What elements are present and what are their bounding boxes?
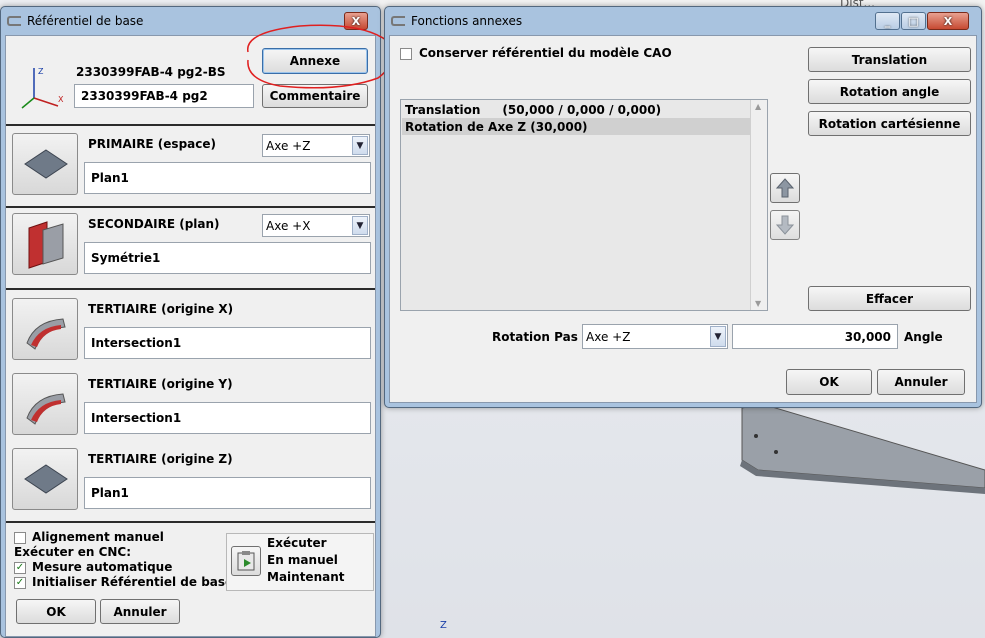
symmetry-plane-icon (28, 221, 64, 269)
tertiaire-y-label: TERTIAIRE (origine Y) (88, 377, 233, 391)
conserver-label: Conserver référentiel du modèle CAO (419, 46, 672, 60)
maximize-button[interactable]: □ (901, 12, 926, 30)
list-item-value: (50,000 / 0,000 / 0,000) (502, 102, 662, 117)
scroll-down-icon[interactable]: ▼ (755, 299, 761, 308)
init-referentiel-label: Initialiser Référentiel de base (32, 575, 234, 589)
app-icon (391, 16, 405, 26)
move-up-button[interactable] (770, 173, 800, 203)
part-name-field[interactable]: 2330399FAB-4 pg2 (74, 84, 254, 108)
move-down-button[interactable] (770, 210, 800, 240)
section-separator (6, 206, 375, 208)
execute-manual-button[interactable] (231, 546, 261, 576)
execute-line3: Maintenant (267, 570, 345, 584)
conserver-checkbox[interactable] (400, 48, 412, 60)
rotation-angle-button[interactable]: Rotation angle (808, 79, 971, 104)
maximize-icon: □ (908, 14, 919, 28)
minimize-icon: _ (884, 14, 891, 28)
part-name: 2330399FAB-4 pg2-BS (76, 65, 226, 79)
execute-line2: En manuel (267, 553, 338, 567)
scroll-up-icon[interactable]: ▲ (755, 102, 761, 111)
mesure-automatique-checkbox[interactable]: ✓ (14, 562, 26, 574)
init-referentiel-checkbox[interactable]: ✓ (14, 577, 26, 589)
fonctions-annexes-window: Fonctions annexes _ □ X Conserver référe… (384, 6, 982, 408)
rotation-pas-label: Rotation Pas (492, 330, 578, 344)
rotation-cartesienne-button[interactable]: Rotation cartésienne (808, 111, 971, 136)
referentiel-title: Référentiel de base (27, 14, 144, 28)
section-separator (6, 124, 375, 126)
commentaire-button[interactable]: Commentaire (262, 84, 368, 108)
close-button[interactable]: X (927, 12, 969, 30)
executer-cnc-label: Exécuter en CNC: (14, 545, 132, 559)
tertiaire-z-icon-button[interactable] (12, 448, 78, 510)
operations-list[interactable]: Translation (50,000 / 0,000 / 0,000) Rot… (400, 99, 768, 311)
chevron-down-icon: ▼ (710, 326, 726, 347)
list-scrollbar[interactable]: ▲ ▼ (750, 100, 767, 310)
alignement-manuel-label: Alignement manuel (32, 530, 164, 544)
secondaire-axis-value: Axe +X (266, 218, 311, 233)
part-model-hole (754, 434, 758, 438)
effacer-button[interactable]: Effacer (808, 286, 971, 311)
secondaire-axis-select[interactable]: Axe +X ▼ (262, 214, 370, 237)
tertiaire-z-feature-field[interactable]: Plan1 (84, 477, 371, 509)
plane-icon (24, 464, 68, 494)
section-separator (6, 288, 375, 290)
axis-triad-z: Z (38, 67, 44, 76)
clipboard-play-icon (237, 551, 255, 571)
list-item-selected[interactable]: Rotation de Axe Z (30,000) (402, 118, 750, 135)
tertiaire-y-feature-field[interactable]: Intersection1 (84, 402, 371, 434)
chevron-down-icon: ▼ (352, 216, 368, 235)
annexe-button[interactable]: Annexe (262, 48, 368, 74)
secondaire-icon-button[interactable] (12, 213, 78, 275)
primaire-feature-field[interactable]: Plan1 (84, 162, 371, 194)
axis-triad-x: X (58, 95, 64, 104)
axis-triad-icon: Z X (21, 67, 64, 109)
tertiaire-y-icon-button[interactable] (12, 373, 78, 435)
list-item-label: Rotation de Axe Z (30,000) (405, 119, 588, 134)
tertiaire-x-icon-button[interactable] (12, 298, 78, 360)
primaire-axis-select[interactable]: Axe +Z ▼ (262, 134, 370, 157)
fonctions-annexes-title: Fonctions annexes (411, 14, 523, 28)
intersection-icon (26, 393, 66, 425)
primaire-axis-value: Axe +Z (266, 138, 311, 153)
primaire-label: PRIMAIRE (espace) (88, 137, 216, 151)
mesure-automatique-label: Mesure automatique (32, 560, 173, 574)
referentiel-titlebar[interactable]: Référentiel de base (1, 7, 380, 35)
axis-z-label: Z (440, 620, 447, 631)
arrow-up-icon (776, 178, 794, 198)
tertiaire-x-label: TERTIAIRE (origine X) (88, 302, 234, 316)
secondaire-label: SECONDAIRE (plan) (88, 217, 220, 231)
arrow-down-icon (776, 215, 794, 235)
intersection-icon (26, 318, 66, 350)
left-ok-button[interactable]: OK (16, 599, 96, 624)
rotation-pas-select[interactable]: Axe +Z ▼ (582, 324, 728, 349)
fonctions-annexes-body: Conserver référentiel du modèle CAO Tran… (389, 35, 977, 403)
section-separator (6, 521, 375, 523)
part-model-hole (774, 450, 778, 454)
referentiel-window: Référentiel de base X Z X 2330399FAB-4 p… (0, 6, 381, 638)
minimize-button[interactable]: _ (875, 12, 900, 30)
list-item-label: Translation (405, 102, 481, 117)
close-button[interactable]: X (344, 12, 368, 30)
tertiaire-z-label: TERTIAIRE (origine Z) (88, 452, 233, 466)
right-annuler-button[interactable]: Annuler (877, 369, 965, 395)
referentiel-body: Z X 2330399FAB-4 pg2-BS 2330399FAB-4 pg2… (5, 35, 376, 637)
app-icon (7, 16, 21, 26)
right-ok-button[interactable]: OK (786, 369, 872, 395)
angle-input[interactable]: 30,000 (732, 324, 898, 349)
plane-icon (24, 149, 68, 179)
execute-line1: Exécuter (267, 536, 327, 550)
tertiaire-x-feature-field[interactable]: Intersection1 (84, 327, 371, 359)
angle-label: Angle (904, 330, 943, 344)
close-icon: X (351, 14, 361, 28)
close-icon: X (943, 14, 953, 28)
left-annuler-button[interactable]: Annuler (100, 599, 180, 624)
alignement-manuel-checkbox[interactable] (14, 532, 26, 544)
chevron-down-icon: ▼ (352, 136, 368, 155)
rotation-pas-value: Axe +Z (586, 329, 631, 344)
list-item[interactable]: Translation (50,000 / 0,000 / 0,000) (402, 101, 750, 118)
translation-button[interactable]: Translation (808, 47, 971, 72)
execute-manual-panel[interactable]: Exécuter En manuel Maintenant (226, 533, 374, 591)
secondaire-feature-field[interactable]: Symétrie1 (84, 242, 371, 274)
primaire-icon-button[interactable] (12, 133, 78, 195)
